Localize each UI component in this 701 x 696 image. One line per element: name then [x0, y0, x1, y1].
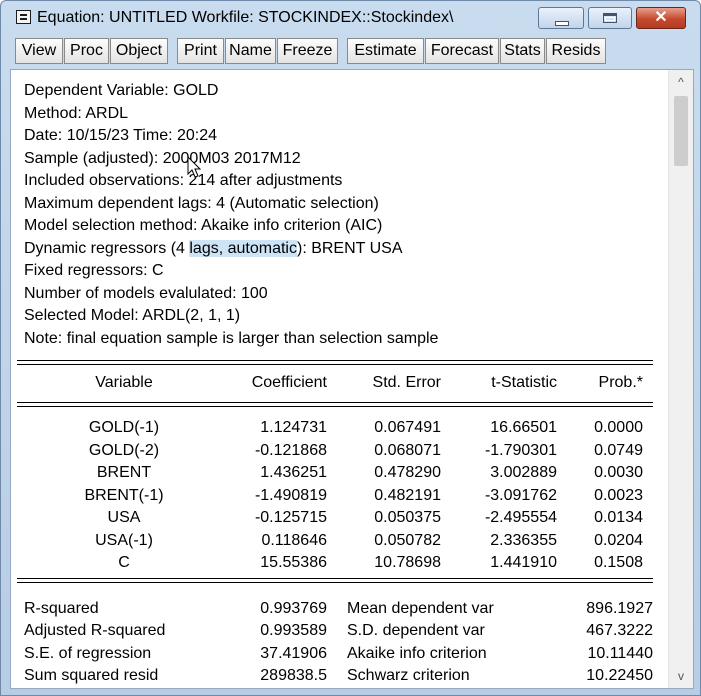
max-lags-line: Maximum dependent lags: 4 (Automatic sel…	[24, 195, 379, 212]
scroll-up-arrow-icon[interactable]: ^	[669, 72, 693, 92]
forecast-button[interactable]: Forecast	[425, 38, 499, 64]
prob-cell: 0.0204	[594, 532, 643, 549]
equation-window: Equation: UNTITLED Workfile: STOCKINDEX:…	[0, 0, 701, 696]
coefficient-cell: -1.490819	[254, 487, 327, 504]
estimation-output: Dependent Variable: GOLD Method: ARDL Da…	[11, 70, 669, 688]
stat-value: 289838.5	[260, 667, 327, 684]
std-error-cell: 10.78698	[374, 554, 441, 571]
scroll-down-arrow-icon[interactable]: v	[669, 666, 693, 686]
coefficient-cell: -0.121868	[254, 442, 327, 459]
model-selection-line: Model selection method: Akaike info crit…	[24, 217, 383, 234]
coefficient-cell: 1.124731	[260, 419, 327, 436]
std-error-cell: 0.482191	[374, 487, 441, 504]
output-pane[interactable]: Dependent Variable: GOLD Method: ARDL Da…	[10, 69, 694, 689]
stat-label: Akaike info criterion	[347, 645, 487, 662]
stat-label: Mean dependent var	[347, 600, 494, 617]
maximize-button[interactable]	[588, 7, 632, 29]
variable-cell: BRENT(-1)	[84, 487, 164, 504]
fixed-regressors-line: Fixed regressors: C	[24, 262, 164, 279]
models-evaluated-line: Number of models evalulated: 100	[24, 285, 268, 302]
text-selection: lags, automatic	[189, 240, 297, 257]
prob-cell: 0.0023	[594, 487, 643, 504]
stat-label: S.D. dependent var	[347, 622, 485, 639]
variable-cell: GOLD(-1)	[88, 419, 160, 436]
method-line: Method: ARDL	[24, 105, 129, 122]
std-error-cell: 0.067491	[374, 419, 441, 436]
resids-button[interactable]: Resids	[546, 38, 606, 64]
stat-value: 896.1927	[586, 600, 653, 617]
coefficient-cell: 0.118646	[261, 532, 327, 549]
dependent-variable-line: Dependent Variable: GOLD	[24, 82, 219, 99]
window-title: Equation: UNTITLED Workfile: STOCKINDEX:…	[37, 9, 454, 26]
mouse-cursor-icon	[187, 156, 202, 178]
close-icon: ✕	[654, 9, 668, 26]
note-line: Note: final equation sample is larger th…	[24, 330, 439, 347]
stat-label: Schwarz criterion	[347, 667, 470, 684]
stats-button[interactable]: Stats	[500, 38, 545, 64]
coefficient-cell: -0.125715	[254, 509, 327, 526]
stat-value: 467.3222	[586, 622, 653, 639]
stat-label: Sum squared resid	[24, 667, 159, 684]
print-button[interactable]: Print	[177, 38, 224, 64]
coefficient-cell: 1.436251	[260, 464, 327, 481]
prob-cell: 0.0749	[594, 442, 643, 459]
stat-label: S.E. of regression	[24, 645, 152, 662]
stat-value: 10.22450	[586, 667, 653, 684]
estimate-button[interactable]: Estimate	[347, 38, 424, 64]
stat-value: 37.41906	[260, 645, 327, 662]
prob-cell: 0.0030	[594, 464, 643, 481]
sample-line: Sample (adjusted): 2000M03 2017M12	[24, 150, 301, 167]
column-header-prob: Prob.*	[598, 374, 643, 391]
close-button[interactable]: ✕	[636, 7, 686, 29]
std-error-cell: 0.050782	[374, 532, 441, 549]
maximize-icon	[603, 13, 617, 23]
coefficient-cell: 15.55386	[260, 554, 327, 571]
column-header-coefficient: Coefficient	[251, 374, 327, 391]
toolbar: View Proc Object Print Name Freeze Estim…	[10, 38, 694, 66]
std-error-cell: 0.068071	[374, 442, 441, 459]
stat-label: Adjusted R-squared	[24, 622, 166, 639]
vertical-scrollbar[interactable]: ^ v	[668, 70, 693, 688]
variable-cell: GOLD(-2)	[88, 442, 160, 459]
date-time-line: Date: 10/15/23 Time: 20:24	[24, 127, 218, 144]
object-button[interactable]: Object	[110, 38, 168, 64]
view-button[interactable]: View	[15, 38, 63, 64]
column-header-variable: Variable	[95, 374, 153, 391]
minimize-button[interactable]	[538, 7, 584, 29]
selected-model-line: Selected Model: ARDL(2, 1, 1)	[24, 307, 241, 324]
table-header-rule	[17, 402, 653, 407]
stat-value: 0.993769	[260, 600, 327, 617]
minimize-icon	[555, 21, 569, 26]
variable-cell: BRENT	[96, 464, 152, 481]
scroll-thumb[interactable]	[674, 96, 688, 166]
variable-cell: USA(-1)	[95, 532, 153, 549]
table-bottom-rule	[17, 578, 653, 583]
prob-cell: 0.0000	[594, 419, 643, 436]
freeze-button[interactable]: Freeze	[277, 38, 338, 64]
std-error-cell: 0.050375	[374, 509, 441, 526]
stat-value: 0.993589	[260, 622, 327, 639]
column-header-std-error: Std. Error	[372, 374, 441, 391]
proc-button[interactable]: Proc	[64, 38, 109, 64]
dynamic-regressors-line: Dynamic regressors (4 lags, automatic): …	[24, 240, 402, 258]
observations-line: Included observations: 214 after adjustm…	[24, 172, 343, 189]
stat-label: R-squared	[24, 600, 99, 617]
variable-cell: USA	[107, 509, 141, 526]
prob-cell: 0.1508	[594, 554, 643, 571]
dynamic-regressors-prefix: Dynamic regressors (4	[24, 240, 190, 257]
table-top-rule	[17, 360, 653, 365]
variable-cell: C	[118, 554, 130, 571]
prob-cell: 0.0134	[594, 509, 643, 526]
dynamic-regressors-suffix: ): BRENT USA	[296, 240, 403, 257]
std-error-cell: 0.478290	[374, 464, 441, 481]
stat-value: 10.11440	[587, 645, 653, 662]
title-bar[interactable]: Equation: UNTITLED Workfile: STOCKINDEX:…	[1, 1, 700, 35]
window-menu-icon[interactable]	[16, 10, 31, 24]
name-button[interactable]: Name	[225, 38, 276, 64]
